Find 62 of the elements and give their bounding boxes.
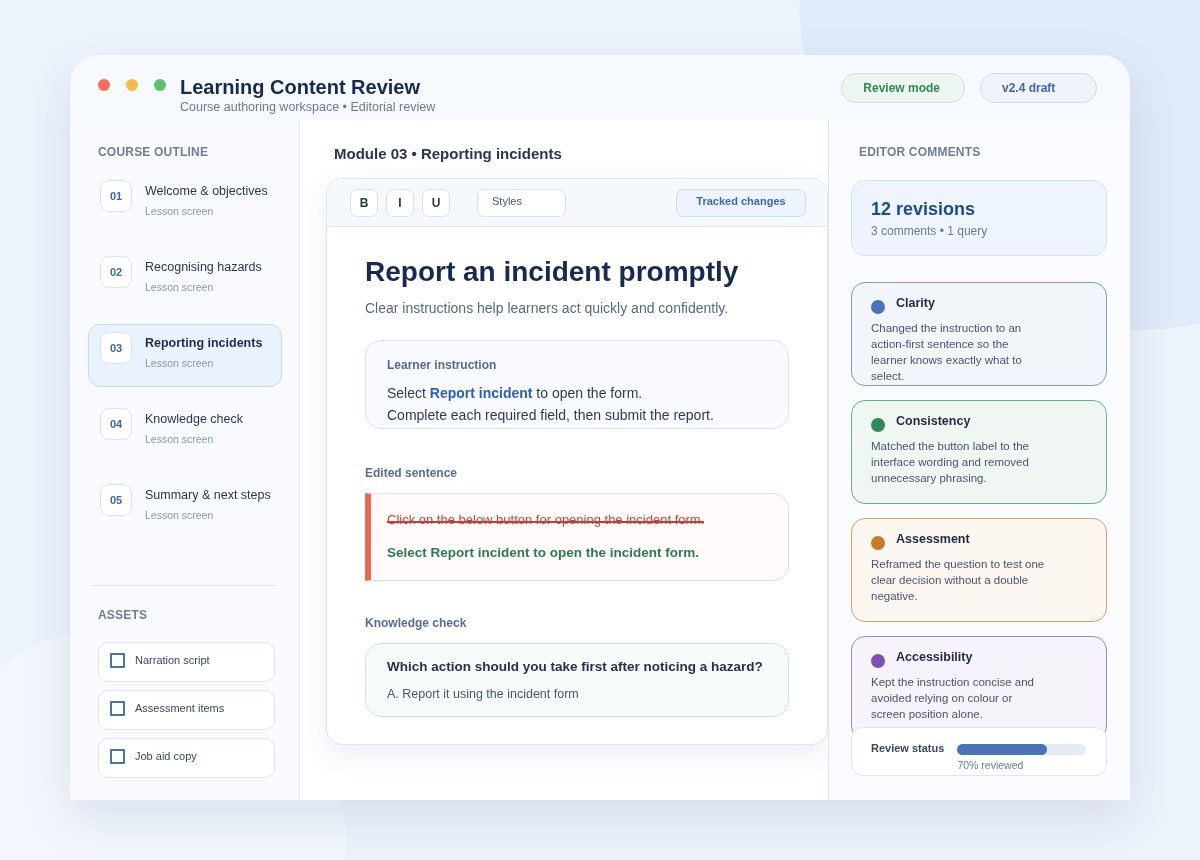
- comment-title: Clarity: [896, 295, 935, 311]
- window-title: Learning Content Review: [180, 75, 422, 99]
- review-status-label: Review status: [871, 741, 945, 755]
- format-button[interactable]: B: [350, 188, 378, 217]
- status-badge: v2.4 draft: [980, 73, 1097, 103]
- revision-count: 12 revisions: [871, 198, 977, 221]
- lesson-title: Reporting incidents: [145, 335, 263, 352]
- lesson-title: Recognising hazards: [145, 259, 262, 276]
- instruction-text: Complete each required field, then submit the report.: [387, 406, 715, 425]
- lesson-type: Lesson screen: [145, 508, 215, 522]
- style-dropdown[interactable]: Styles: [477, 188, 566, 217]
- close-button[interactable]: [98, 79, 110, 91]
- lesson-type: Lesson screen: [145, 356, 215, 370]
- asset-label: Assessment items: [135, 701, 225, 715]
- window-subtitle: Course authoring workspace • Editorial review: [180, 99, 436, 115]
- lesson-item[interactable]: 01 Welcome & objectives Lesson screen: [88, 172, 282, 235]
- instruction-text: Select Report incident to open the form.: [387, 384, 644, 403]
- section-heading: COURSE OUTLINE: [97, 144, 210, 160]
- progress-reading: 70% reviewed: [957, 758, 1025, 772]
- tracked-changes-button[interactable]: Tracked changes: [676, 188, 806, 217]
- section-label: Knowledge check: [365, 615, 468, 631]
- format-button[interactable]: U: [422, 188, 450, 217]
- comment-text: Matched the button label to the interface wording and removed unnecessary phrasing.: [871, 439, 1030, 486]
- lesson-intro: Clear instructions help learners act quickly and confidently.: [365, 299, 730, 318]
- lesson-number: 02: [100, 256, 132, 288]
- status-badge: Review mode: [841, 73, 965, 103]
- instruction-label: Learner instruction: [387, 357, 498, 373]
- lesson-type: Lesson screen: [145, 204, 215, 218]
- lesson-title: Welcome & objectives: [145, 183, 268, 200]
- lesson-type: Lesson screen: [145, 280, 215, 294]
- lesson-item[interactable]: 02 Recognising hazards Lesson screen: [88, 248, 282, 311]
- lesson-number: 04: [100, 408, 132, 440]
- lesson-type: Lesson screen: [145, 432, 215, 446]
- section-heading: EDITOR COMMENTS: [858, 144, 982, 160]
- question-text: Which action should you take first after noticing a hazard?: [387, 658, 764, 676]
- section-label: Edited sentence: [365, 465, 459, 481]
- checkbox[interactable]: [110, 748, 125, 764]
- lesson-number: 01: [100, 180, 132, 212]
- comment-count: 3 comments • 1 query: [871, 223, 989, 239]
- format-button[interactable]: I: [386, 188, 414, 217]
- answer-option: A. Report it using the incident form: [387, 685, 776, 703]
- comment-title: Consistency: [896, 413, 971, 429]
- module-title: Module 03 • Reporting incidents: [333, 144, 563, 164]
- lesson-item[interactable]: 05 Summary & next steps Lesson screen: [88, 476, 282, 539]
- comment-title: Accessibility: [896, 649, 973, 665]
- asset-label: Job aid copy: [135, 749, 197, 763]
- comment-title: Assessment: [896, 531, 970, 547]
- lesson-item[interactable]: 04 Knowledge check Lesson screen: [88, 400, 282, 463]
- lesson-number: 03: [100, 332, 132, 364]
- lesson-number: 05: [100, 484, 132, 516]
- lesson-heading: Report an incident promptly: [365, 255, 740, 289]
- inserted-text: Select Report incident to open the incident form.: [387, 544, 701, 562]
- lesson-title: Summary & next steps: [145, 487, 271, 504]
- comment-text: Reframed the question to test one clear decision without a double negative.: [871, 557, 1046, 604]
- lesson-title: Knowledge check: [145, 411, 243, 428]
- lesson-item[interactable]: 03 Reporting incidents Lesson screen: [88, 324, 282, 387]
- comment-text: Changed the instruction to an action-first sentence so the learner knows exactly what to select.: [871, 321, 1023, 384]
- checkbox[interactable]: [110, 700, 125, 716]
- section-heading: ASSETS: [97, 607, 149, 623]
- checkbox[interactable]: [110, 652, 125, 668]
- comment-text: Kept the instruction concise and avoided relying on colour or screen position alone.: [871, 675, 1036, 722]
- asset-label: Narration script: [135, 653, 210, 667]
